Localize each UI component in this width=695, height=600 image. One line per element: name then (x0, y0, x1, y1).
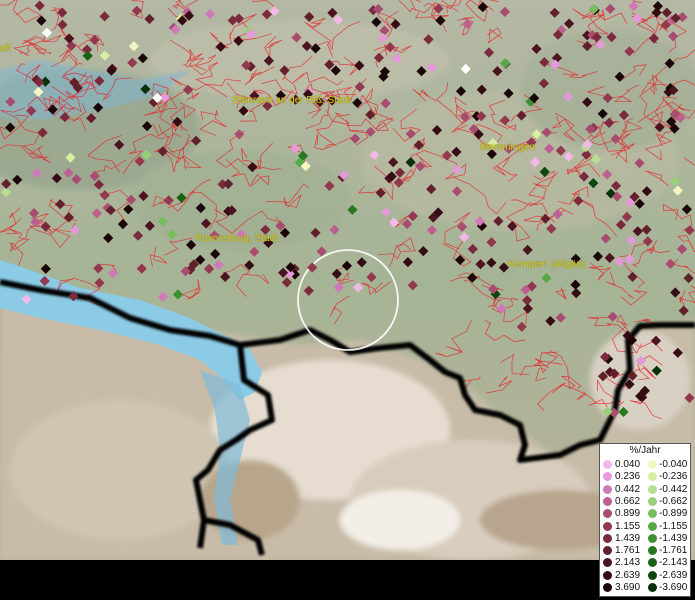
legend-swatch-positive (603, 583, 612, 592)
legend-value-negative: -0.236 (659, 471, 688, 483)
legend-value-negative: -0.662 (659, 495, 688, 507)
legend-swatch-positive (603, 496, 612, 506)
legend-swatch-negative (648, 460, 657, 469)
legend-swatch-negative (648, 484, 657, 494)
legend-row: 2.143 -2.143 (600, 557, 692, 568)
legend-row: 0.040 -0.040 (600, 459, 692, 470)
legend-value-positive: 0.899 (615, 508, 641, 520)
legend-swatch-negative (648, 521, 657, 531)
legend-swatch-positive (603, 472, 612, 482)
legend-title: %/Jahr (629, 445, 661, 456)
legend-swatch-negative (648, 533, 657, 543)
legend-value-positive: 3.690 (615, 582, 641, 593)
legend-swatch-positive (603, 509, 612, 519)
legend-value-negative: -0.442 (659, 483, 688, 495)
legend-swatch-positive (603, 533, 612, 543)
legend-value-negative: -1.155 (659, 520, 688, 532)
legend-row: 3.690 -3.690 (600, 582, 692, 593)
legend-swatch-positive (603, 570, 612, 580)
legend-row: 0.236 -0.236 (600, 471, 692, 482)
legend-value-negative: -1.439 (659, 532, 688, 544)
legend-value-positive: 2.143 (615, 557, 641, 569)
legend-swatch-positive (603, 460, 612, 469)
legend-row: 1.439 -1.439 (600, 533, 692, 544)
map-canvas[interactable] (0, 0, 695, 560)
city-label-kempten: Kempten (Allgäu) (508, 259, 586, 270)
legend-row: 1.761 -1.761 (600, 545, 692, 556)
map-view[interactable]: adt Biberach an der Riß, Stadt Memmingen… (0, 0, 695, 560)
legend-swatch-negative (648, 496, 657, 506)
city-label-edge: adt (0, 43, 11, 54)
legend-swatch-negative (648, 509, 657, 519)
legend-row: 0.442 -0.442 (600, 484, 692, 495)
legend-swatch-positive (603, 558, 612, 568)
city-label-biberach: Biberach an der Riß, Stadt (233, 95, 351, 106)
legend-value-negative: -2.143 (659, 557, 688, 569)
legend-value-positive: 0.662 (615, 495, 641, 507)
legend-value-negative: -0.040 (659, 459, 688, 470)
legend-value-positive: 2.639 (615, 569, 641, 581)
map-legend: %/Jahr 0.040 -0.040 0.236 -0.236 0.442 -0.442… (599, 443, 691, 597)
legend-row: 2.639 -2.639 (600, 570, 692, 581)
legend-value-negative: -1.761 (659, 545, 688, 557)
legend-row: 1.155 -1.155 (600, 521, 692, 532)
legend-swatch-positive (603, 484, 612, 494)
legend-row: 0.662 -0.662 (600, 496, 692, 507)
legend-swatch-negative (648, 558, 657, 568)
legend-value-positive: 0.040 (615, 459, 641, 470)
legend-value-negative: -2.639 (659, 569, 688, 581)
legend-swatch-positive (603, 521, 612, 531)
bottom-bar (0, 560, 695, 600)
legend-row: 0.899 -0.899 (600, 508, 692, 519)
legend-value-negative: -0.899 (659, 508, 688, 520)
legend-swatch-negative (648, 546, 657, 556)
legend-value-positive: 0.442 (615, 483, 641, 495)
legend-value-positive: 1.155 (615, 520, 641, 532)
legend-swatch-negative (648, 583, 657, 592)
legend-value-positive: 0.236 (615, 471, 641, 483)
city-label-memmingen: Memmingen (480, 142, 536, 153)
legend-value-positive: 1.439 (615, 532, 641, 544)
legend-swatch-negative (648, 472, 657, 482)
legend-value-positive: 1.761 (615, 545, 641, 557)
legend-value-negative: -3.690 (659, 582, 688, 593)
city-label-ravensburg: Ravensburg, Stadt (195, 233, 278, 244)
legend-swatch-negative (648, 570, 657, 580)
legend-swatch-positive (603, 546, 612, 556)
